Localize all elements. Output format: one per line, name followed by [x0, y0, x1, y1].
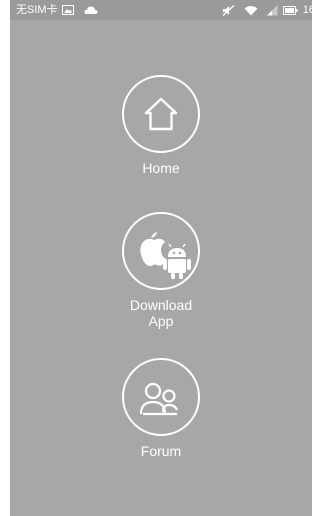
forum-menu-item[interactable]: Forum [10, 358, 312, 459]
mute-icon [222, 4, 235, 16]
forum-button[interactable] [122, 358, 200, 436]
signal-icon [266, 4, 278, 16]
home-label: Home [10, 160, 312, 176]
download-app-label-line-1: Download [129, 297, 193, 313]
android-icon [163, 243, 191, 279]
status-right: 16: [222, 0, 312, 20]
carrier-text: 无SIM卡 [16, 4, 58, 16]
apple-android-icon [140, 232, 191, 279]
people-icon [139, 382, 179, 416]
battery-icon [282, 5, 298, 15]
cloud-icon [83, 5, 98, 15]
clock-text: 16: [302, 4, 312, 16]
download-app-label: Download App [10, 297, 312, 329]
image-icon [61, 5, 74, 15]
wifi-icon [244, 5, 258, 16]
house-icon [144, 97, 178, 131]
status-left: 无SIM卡 [16, 0, 98, 20]
home-menu-item[interactable]: Home [10, 75, 312, 176]
download-app-menu-item[interactable]: Download App [10, 212, 312, 329]
forum-label-line: Forum [140, 443, 182, 459]
forum-label: Forum [10, 443, 312, 459]
download-app-button[interactable] [122, 212, 200, 290]
home-label-line: Home [142, 160, 180, 176]
download-app-label-line-2: App [148, 313, 174, 329]
status-bar: 无SIM卡 16 [10, 0, 312, 20]
home-button[interactable] [122, 75, 200, 153]
app-screen: 无SIM卡 16 Home Download App Forum [10, 0, 312, 516]
apple-icon [140, 232, 166, 266]
